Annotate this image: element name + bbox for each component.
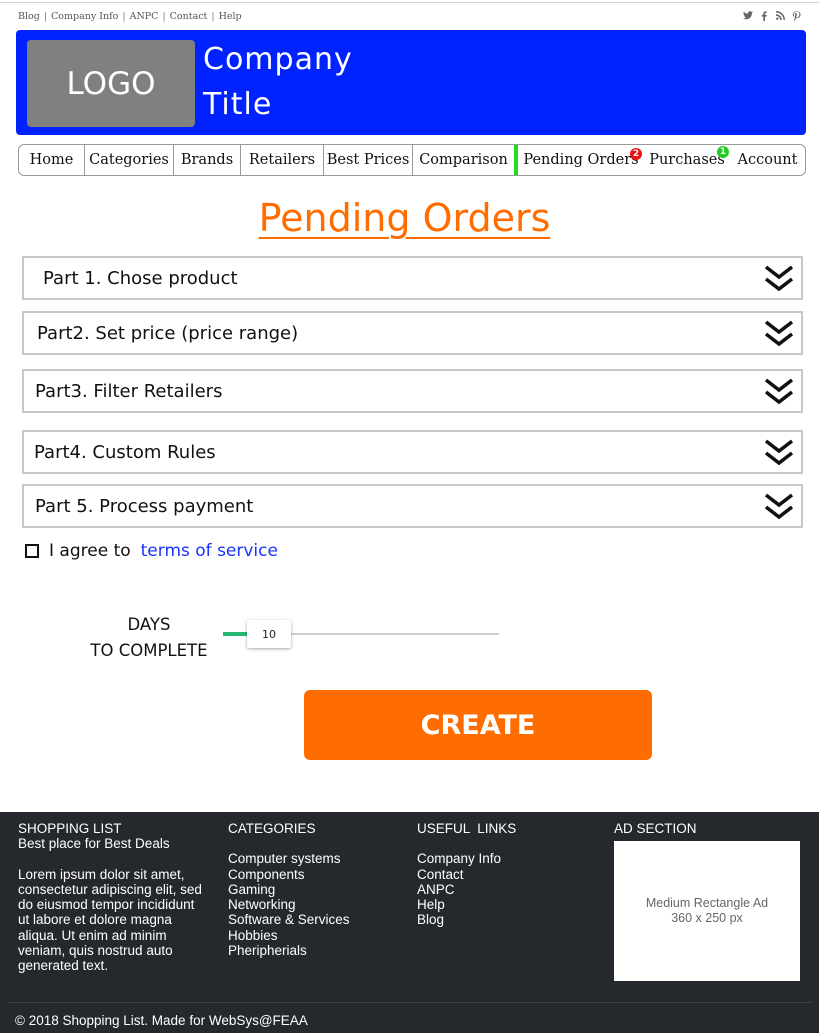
logo[interactable]: LOGO — [27, 40, 195, 127]
footer-link[interactable]: Gaming — [228, 882, 350, 897]
separator: | — [122, 11, 126, 22]
nav-item-brands[interactable]: Brands — [174, 145, 241, 175]
top-link-anpc[interactable]: ANPC — [130, 11, 159, 22]
pending-orders-badge: 2 — [630, 148, 642, 160]
section-set-price[interactable]: Part2. Set price (price range) — [22, 311, 803, 355]
main-nav: Home Categories Brands Retailers Best Pr… — [18, 144, 806, 176]
purchases-badge: 1 — [717, 146, 729, 158]
section-label: Part 5. Process payment — [35, 495, 254, 517]
section-custom-rules[interactable]: Part4. Custom Rules — [22, 430, 803, 474]
footer-link[interactable]: Help — [417, 897, 516, 912]
top-link-company-info[interactable]: Company Info — [51, 11, 118, 22]
double-chevron-down-icon[interactable] — [763, 438, 795, 468]
company-title-line2: Title — [203, 87, 273, 122]
section-process-payment[interactable]: Part 5. Process payment — [22, 484, 803, 528]
page-title: Pending Orders — [0, 196, 809, 240]
section-filter-retailers[interactable]: Part3. Filter Retailers — [22, 369, 803, 413]
section-label: Part4. Custom Rules — [34, 441, 216, 463]
nav-item-label: Retailers — [248, 152, 316, 168]
footer-ad-section: AD SECTION — [614, 821, 697, 836]
top-link-blog[interactable]: Blog — [18, 11, 40, 22]
facebook-icon[interactable] — [759, 11, 769, 24]
ad-line2: 360 x 250 px — [671, 911, 743, 925]
footer-link[interactable]: Company Info — [417, 851, 516, 866]
slider-thumb[interactable]: 10 — [247, 620, 291, 648]
nav-item-home[interactable]: Home — [19, 145, 85, 175]
section-label: Part 1. Chose product — [43, 267, 238, 289]
footer-link[interactable]: Networking — [228, 897, 350, 912]
pinterest-icon[interactable] — [791, 11, 801, 24]
social-icons — [743, 11, 801, 24]
nav-item-label: Brands — [180, 152, 234, 168]
footer-about: SHOPPING LIST Best place for Best Deals … — [18, 821, 208, 974]
company-title: Company Title — [203, 37, 403, 127]
separator: | — [43, 11, 48, 22]
top-links: Blog | Company Info | ANPC | Contact | Help — [18, 11, 242, 22]
footer-divider — [8, 1002, 813, 1003]
nav-item-label: Home — [29, 152, 74, 168]
nav-item-label: Best Prices — [326, 152, 410, 168]
ad-placeholder[interactable]: Medium Rectangle Ad 360 x 250 px — [614, 841, 800, 981]
ad-line1: Medium Rectangle Ad — [645, 896, 769, 910]
footer-ad-heading: AD SECTION — [614, 821, 697, 836]
footer-link[interactable]: Contact — [417, 867, 516, 882]
double-chevron-down-icon[interactable] — [763, 319, 795, 349]
nav-item-categories[interactable]: Categories — [85, 145, 174, 175]
nav-item-label: Account — [737, 152, 798, 168]
double-chevron-down-icon[interactable] — [763, 264, 795, 294]
section-label: Part2. Set price (price range) — [37, 322, 299, 344]
twitter-icon[interactable] — [743, 11, 753, 24]
days-label: DAYS TO COMPLETE — [78, 612, 220, 664]
company-title-line1: Company — [203, 42, 353, 77]
footer-link[interactable]: Components — [228, 867, 350, 882]
nav-item-account[interactable]: Account — [730, 145, 805, 175]
footer-useful-links-heading: USEFUL LINKS — [417, 821, 517, 836]
nav-item-label: Categories — [89, 152, 169, 168]
section-choose-product[interactable]: Part 1. Chose product — [22, 256, 803, 300]
double-chevron-down-icon[interactable] — [763, 492, 795, 522]
nav-item-pending-orders[interactable]: Pending Orders 2 — [514, 145, 644, 175]
top-link-contact[interactable]: Contact — [170, 11, 208, 22]
terms-checkbox[interactable] — [25, 544, 39, 558]
double-chevron-down-icon[interactable] — [763, 377, 795, 407]
create-button[interactable]: CREATE — [304, 690, 652, 760]
top-link-help[interactable]: Help — [219, 11, 242, 22]
footer-link[interactable]: Pheripherials — [228, 943, 350, 958]
top-utility-bar: Blog | Company Info | ANPC | Contact | Help — [0, 2, 819, 30]
section-label: Part3. Filter Retailers — [35, 380, 223, 402]
footer-about-heading: SHOPPING LIST — [18, 821, 122, 836]
nav-item-purchases[interactable]: Purchases 1 — [644, 145, 730, 175]
days-slider[interactable]: 10 — [223, 620, 499, 648]
site-header: LOGO Company Title — [16, 30, 806, 135]
nav-item-best-prices[interactable]: Best Prices — [324, 145, 413, 175]
terms-of-service-link[interactable]: terms of service — [141, 541, 278, 561]
separator: | — [211, 11, 215, 22]
footer-link[interactable]: Computer systems — [228, 851, 350, 866]
nav-item-label: Purchases — [649, 152, 725, 168]
footer-link[interactable]: Blog — [417, 912, 516, 927]
page-title-text: Pending Orders — [258, 196, 551, 240]
terms-agreement: I agree to terms of service — [25, 541, 278, 561]
footer-link[interactable]: ANPC — [417, 882, 516, 897]
footer-link[interactable]: Hobbies — [228, 928, 350, 943]
footer-categories-heading: CATEGORIES — [228, 821, 316, 836]
footer-link[interactable]: Software & Services — [228, 912, 350, 927]
nav-item-retailers[interactable]: Retailers — [241, 145, 324, 175]
footer-about-subheading: Best place for Best Deals — [18, 836, 170, 852]
rss-icon[interactable] — [775, 11, 785, 24]
days-label-line1: DAYS — [127, 615, 171, 634]
footer-categories: CATEGORIES Computer systems Components G… — [228, 821, 350, 958]
days-label-line2: TO COMPLETE — [90, 641, 208, 660]
agree-prefix: I agree to — [49, 541, 131, 561]
footer-about-text: Lorem ipsum dolor sit amet, consectetur … — [18, 866, 202, 974]
nav-item-comparison[interactable]: Comparison — [413, 145, 514, 175]
separator: | — [162, 11, 166, 22]
slider-fill — [223, 632, 247, 636]
nav-item-label: Comparison — [419, 152, 508, 168]
nav-item-label: Pending Orders — [523, 152, 639, 168]
footer: SHOPPING LIST Best place for Best Deals … — [0, 812, 819, 1033]
copyright: © 2018 Shopping List. Made for WebSys@FE… — [15, 1013, 308, 1028]
footer-useful-links: USEFUL LINKS Company Info Contact ANPC H… — [417, 821, 516, 928]
